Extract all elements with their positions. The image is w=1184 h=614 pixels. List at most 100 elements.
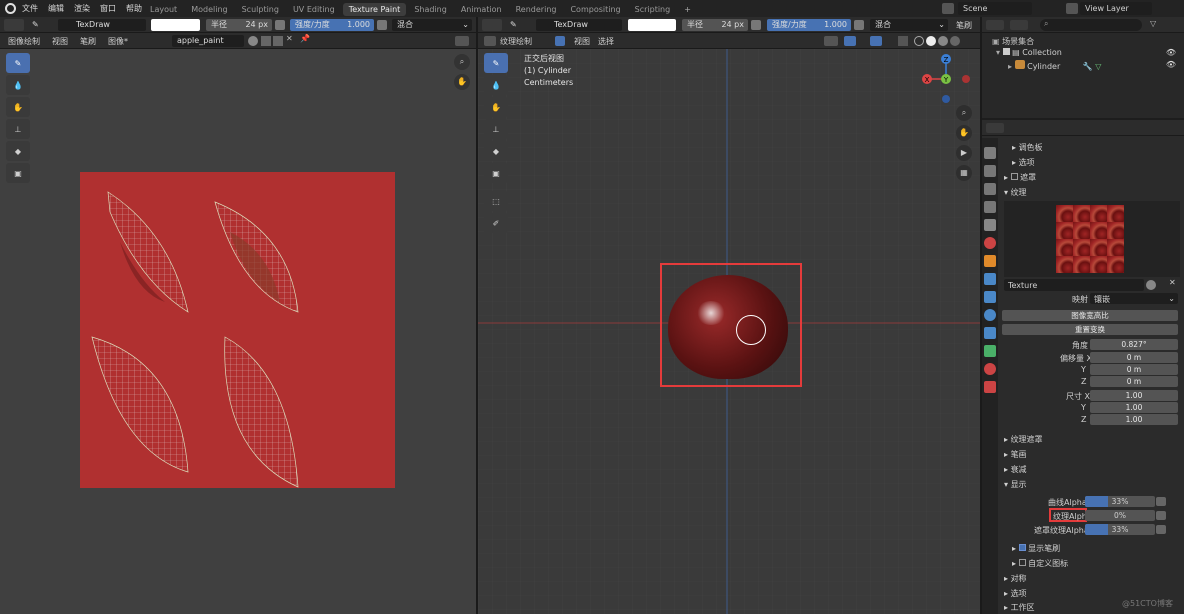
blender-logo-icon[interactable] — [5, 3, 16, 14]
mask-tool-button[interactable]: ▣ — [484, 163, 508, 183]
open-image-icon[interactable] — [273, 36, 283, 46]
soften-tool-button[interactable]: 💧 — [484, 75, 508, 95]
menu-render[interactable]: 渲染 — [74, 3, 90, 14]
tab-layout[interactable]: Layout — [144, 3, 183, 16]
section-options2[interactable]: ▸ 选项 — [1004, 588, 1027, 599]
box-select-tool-button[interactable]: ⬚ — [484, 191, 508, 211]
pan-hand-icon[interactable]: ✋ — [454, 74, 470, 90]
smear-tool-button[interactable]: ✋ — [484, 97, 508, 117]
eye-icon[interactable]: 👁 — [1166, 60, 1176, 69]
image-fake-user-icon[interactable] — [248, 36, 258, 46]
menu-edit[interactable]: 编辑 — [48, 3, 64, 14]
view-object-types-icon[interactable] — [824, 36, 838, 46]
shading-rendered-icon[interactable] — [950, 36, 960, 46]
smear-tool-button[interactable]: ✋ — [6, 97, 30, 117]
section-falloff[interactable]: ▸ 衰减 — [1004, 464, 1027, 475]
clone-tool-button[interactable]: ⊥ — [6, 119, 30, 139]
checkbox-icon[interactable] — [1010, 173, 1018, 180]
blend-dropdown[interactable]: 混合 ⌄ — [870, 19, 948, 31]
section-stroke[interactable]: ▸ 笔画 — [1004, 449, 1027, 460]
texture-slot-icon[interactable] — [555, 36, 565, 46]
material-tab-icon[interactable] — [984, 363, 996, 375]
view-layer-tab-icon[interactable] — [984, 201, 996, 213]
fill-tool-button[interactable]: ◆ — [484, 141, 508, 161]
add-workspace-icon[interactable]: + — [678, 3, 697, 16]
brush-icon[interactable]: ✎ — [32, 20, 44, 30]
texture-shield-icon[interactable] — [1146, 280, 1156, 290]
pressure-icon[interactable] — [1156, 497, 1166, 506]
menu-view[interactable]: 视图 — [574, 36, 590, 47]
section-palette[interactable]: ▸ 调色板 — [1012, 142, 1043, 153]
new-image-icon[interactable] — [261, 36, 271, 46]
pressure-strength-icon[interactable] — [854, 20, 864, 30]
view-layer-field[interactable]: View Layer — [1080, 2, 1152, 15]
texture-close-icon[interactable]: ✕ — [1169, 278, 1176, 287]
radius-field[interactable]: 半径 24 px — [682, 19, 748, 31]
outliner-cylinder[interactable]: ▸ Cylinder 🔧 ▽ 👁 — [1008, 60, 1180, 71]
data-tab-icon[interactable] — [984, 345, 996, 357]
pan-hand-icon[interactable]: ✋ — [956, 125, 972, 141]
mode-dropdown[interactable]: 图像绘制 — [8, 36, 40, 47]
brush-icon[interactable]: ✎ — [510, 20, 517, 29]
mask-alpha-slider[interactable]: 33% — [1085, 524, 1155, 535]
shading-wireframe-icon[interactable] — [914, 36, 924, 46]
checkbox-checked-icon[interactable] — [1018, 544, 1026, 551]
brush-menu[interactable]: 笔刷 — [956, 20, 972, 31]
size-y-field[interactable]: 1.00 — [1090, 402, 1178, 413]
render-tab-icon[interactable] — [984, 165, 996, 177]
camera-icon[interactable]: ▶ — [956, 145, 972, 161]
size-z-field[interactable]: 1.00 — [1090, 414, 1178, 425]
texture-preview-frame[interactable] — [1004, 201, 1180, 277]
offset-y-field[interactable]: 0 m — [1090, 364, 1178, 375]
draw-tool-button[interactable]: ✎ — [484, 53, 508, 73]
offset-z-field[interactable]: 0 m — [1090, 376, 1178, 387]
particles-tab-icon[interactable] — [984, 291, 996, 303]
custom-icon-row[interactable]: ▸ 自定义图标 — [1012, 558, 1068, 569]
modifier-tab-icon[interactable] — [984, 273, 996, 285]
texture-alpha-slider[interactable]: 0% — [1085, 510, 1155, 521]
draw-tool-button[interactable]: ✎ — [6, 53, 30, 73]
image-aspect-button[interactable]: 图像宽高比 — [1002, 310, 1178, 321]
menu-select[interactable]: 选择 — [598, 36, 614, 47]
eye-icon[interactable]: 👁 — [1166, 48, 1176, 57]
brush-color-swatch[interactable] — [151, 19, 200, 31]
section-symmetry[interactable]: ▸ 对称 — [1004, 573, 1027, 584]
world-tab-icon[interactable] — [984, 237, 996, 249]
pressure-strength-icon[interactable] — [377, 20, 387, 30]
section-texture[interactable]: ▾ 纹理 — [1004, 187, 1027, 198]
size-x-field[interactable]: 1.00 — [1090, 390, 1178, 401]
clone-tool-button[interactable]: ⊥ — [484, 119, 508, 139]
editor-type-icon[interactable] — [986, 20, 1004, 30]
zoom-icon[interactable]: ⌕ — [956, 105, 972, 121]
gizmo-toggle-icon[interactable] — [844, 36, 856, 46]
brush-name-field[interactable]: TexDraw — [536, 19, 622, 31]
mapping-dropdown[interactable]: 镶嵌 ⌄ — [1090, 293, 1178, 304]
pressure-icon[interactable] — [1156, 525, 1166, 534]
section-display[interactable]: ▾ 显示 — [1004, 479, 1027, 490]
tab-shading[interactable]: Shading — [408, 3, 453, 16]
editor-type-icon[interactable] — [986, 123, 1004, 133]
strength-field[interactable]: 强度/力度 1.000 — [767, 19, 851, 31]
blend-dropdown[interactable]: 混合 ⌄ — [392, 19, 472, 31]
scene-icon[interactable] — [942, 3, 954, 14]
tab-scripting[interactable]: Scripting — [629, 3, 677, 16]
physics-tab-icon[interactable] — [984, 309, 996, 321]
section-texture-mask[interactable]: ▸ 纹理遮罩 — [1004, 434, 1043, 445]
radius-field[interactable]: 半径 24 px — [206, 19, 272, 31]
menu-brush[interactable]: 笔刷 — [80, 36, 96, 47]
tab-texture-paint[interactable]: Texture Paint — [342, 2, 407, 16]
display-mode-icon[interactable] — [1010, 20, 1028, 30]
outliner-root[interactable]: ▣ 场景集合 — [992, 36, 1034, 47]
pressure-radius-icon[interactable] — [275, 20, 285, 30]
overlay-toggle-icon[interactable] — [870, 36, 882, 46]
image-name-field[interactable]: apple_paint — [172, 35, 244, 47]
checkbox-icon[interactable] — [1002, 48, 1010, 55]
angle-field[interactable]: 0.827° — [1090, 339, 1178, 350]
menu-file[interactable]: 文件 — [22, 3, 38, 14]
close-icon[interactable]: ✕ — [286, 34, 293, 43]
constraints-tab-icon[interactable] — [984, 327, 996, 339]
menu-window[interactable]: 窗口 — [100, 3, 116, 14]
mode-dropdown[interactable]: 纹理绘制 — [500, 36, 532, 47]
shading-solid-icon[interactable] — [926, 36, 936, 46]
checkbox-icon[interactable] — [1018, 559, 1026, 566]
